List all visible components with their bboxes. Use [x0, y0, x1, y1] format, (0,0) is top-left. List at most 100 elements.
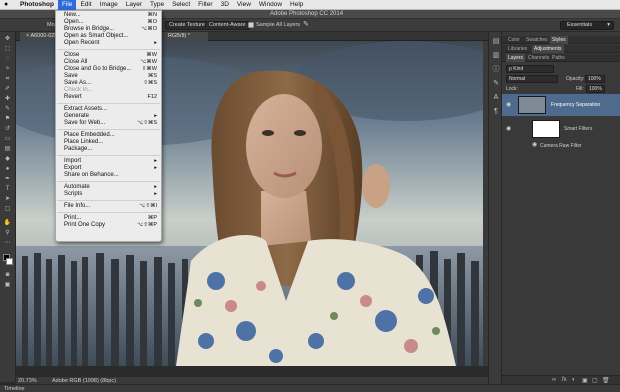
- menu-app-photoshop[interactable]: Photoshop: [16, 0, 58, 10]
- new-layer-icon[interactable]: ▢: [592, 377, 598, 384]
- menu-item-revert[interactable]: Revert F12: [56, 94, 161, 101]
- menu-item-print-one-copy[interactable]: Print One Copy ⌥⇧⌘P: [56, 222, 161, 229]
- menu-item-share-on-behance[interactable]: Share on Behance...: [56, 172, 161, 179]
- info-panel-icon[interactable]: ⓘ: [492, 66, 500, 74]
- layer-row-frequency-separation[interactable]: ◉ Frequency Separation: [502, 94, 620, 116]
- menu-view[interactable]: View: [233, 0, 255, 10]
- menu-item-close-and-go-to-bridge[interactable]: Close and Go to Bridge... ⇧⌘W: [56, 66, 161, 73]
- menu-item-place-linked[interactable]: Place Linked...: [56, 139, 161, 146]
- fx-icon[interactable]: fx: [562, 377, 567, 383]
- menu-type[interactable]: Type: [146, 0, 168, 10]
- menu-file[interactable]: File: [57, 0, 77, 10]
- shape-tool-icon[interactable]: ▢: [3, 206, 12, 213]
- menu-item-open[interactable]: Open... ⌘O: [56, 19, 161, 26]
- menu-item-export[interactable]: Export ▸: [56, 165, 161, 172]
- menu-item-print[interactable]: Print... ⌘P: [56, 215, 161, 222]
- history-panel-icon[interactable]: ▤: [492, 38, 500, 46]
- quick-select-tool-icon[interactable]: ✧: [3, 66, 12, 73]
- properties-panel-icon[interactable]: ▥: [492, 52, 500, 60]
- smart-filters-row[interactable]: ◉ Smart Filters: [502, 118, 620, 140]
- content-aware-button[interactable]: Content-Aware: [205, 21, 250, 30]
- fill-field[interactable]: 100%: [586, 85, 605, 93]
- menu-item-import[interactable]: Import ▸: [56, 158, 161, 165]
- marquee-tool-icon[interactable]: ⬚: [3, 46, 12, 53]
- brush-tool-icon[interactable]: ✎: [3, 106, 12, 113]
- menu-item-save[interactable]: Save ⌘S: [56, 73, 161, 80]
- zoom-tool-icon[interactable]: ⚲: [3, 230, 12, 237]
- quick-mask-icon[interactable]: ◙: [3, 272, 12, 279]
- menu-layer[interactable]: Layer: [122, 0, 146, 10]
- visibility-eye-icon[interactable]: ◉: [506, 126, 512, 132]
- brush-pressure-icon[interactable]: ✎: [303, 20, 309, 28]
- tab-channels[interactable]: Channels: [526, 54, 551, 62]
- path-select-tool-icon[interactable]: ➤: [3, 196, 12, 203]
- opacity-label: Opacity:: [566, 76, 585, 82]
- menu-3d[interactable]: 3D: [217, 0, 233, 10]
- menu-filter[interactable]: Filter: [194, 0, 216, 10]
- menu-item-place-embedded[interactable]: Place Embedded...: [56, 132, 161, 139]
- paragraph-panel-icon[interactable]: ¶: [492, 108, 500, 116]
- brush-panel-icon[interactable]: ✎: [492, 80, 500, 88]
- pen-tool-icon[interactable]: ✒: [3, 176, 12, 183]
- tab-paths[interactable]: Paths: [550, 54, 567, 62]
- menu-item-close[interactable]: Close ⌘W: [56, 52, 161, 59]
- menu-select[interactable]: Select: [168, 0, 194, 10]
- menu-image[interactable]: Image: [96, 0, 122, 10]
- lasso-tool-icon[interactable]: ◌: [3, 56, 12, 63]
- eyedropper-tool-icon[interactable]: ✐: [3, 86, 12, 93]
- menu-item-close-all[interactable]: Close All ⌥⌘W: [56, 59, 161, 66]
- menu-item-extract-assets[interactable]: Extract Assets...: [56, 106, 161, 113]
- menu-item-file-info[interactable]: File Info... ⌥⇧⌘I: [56, 203, 161, 210]
- tab-color[interactable]: Color: [506, 36, 522, 44]
- adjustment-layer-icon[interactable]: ◐: [572, 377, 576, 383]
- workspace-switcher[interactable]: Essentials ▾: [560, 21, 614, 30]
- menu-item-new[interactable]: New... ⌘N: [56, 12, 161, 19]
- menu-item-browse-in-bridge[interactable]: Browse in Bridge... ⌥⌘O: [56, 26, 161, 33]
- tab-swatches[interactable]: Swatches: [524, 36, 550, 44]
- menu-item-save-as[interactable]: Save As... ⇧⌘S: [56, 80, 161, 87]
- gradient-tool-icon[interactable]: ▤: [3, 146, 12, 153]
- dodge-tool-icon[interactable]: ●: [3, 166, 12, 173]
- background-color-swatch[interactable]: [6, 258, 13, 265]
- menu-item-open-as-smart-object[interactable]: Open as Smart Object...: [56, 33, 161, 40]
- tab-adjustments[interactable]: Adjustments: [532, 45, 564, 53]
- more-tools-icon[interactable]: ⋯: [3, 240, 12, 247]
- tab-layers[interactable]: Layers: [506, 54, 526, 62]
- close-icon[interactable]: ×: [26, 33, 29, 39]
- move-tool-icon[interactable]: ✥: [3, 36, 12, 43]
- visibility-eye-icon[interactable]: ◉: [506, 102, 512, 108]
- apple-icon[interactable]: ●: [4, 1, 12, 9]
- character-panel-icon[interactable]: A: [492, 94, 500, 102]
- menu-item-package[interactable]: Package...: [56, 146, 161, 153]
- menu-edit[interactable]: Edit: [76, 0, 95, 10]
- new-group-icon[interactable]: ▣: [582, 377, 588, 384]
- eraser-tool-icon[interactable]: ▭: [3, 136, 12, 143]
- crop-tool-icon[interactable]: ⌗: [3, 76, 12, 83]
- menu-help[interactable]: Help: [286, 0, 307, 10]
- menu-item-generate[interactable]: Generate ▸: [56, 113, 161, 120]
- trash-icon[interactable]: 🗑: [602, 377, 610, 384]
- menu-item-automate[interactable]: Automate ▸: [56, 184, 161, 191]
- visibility-eye-icon[interactable]: ◉: [532, 142, 538, 148]
- clone-stamp-tool-icon[interactable]: ⚑: [3, 116, 12, 123]
- menu-item-scripts[interactable]: Scripts ▸: [56, 191, 161, 198]
- layer-kind-filter[interactable]: ρ Kind: [506, 65, 554, 73]
- opacity-field[interactable]: 100%: [585, 75, 605, 83]
- type-tool-icon[interactable]: T: [3, 186, 12, 193]
- hand-tool-icon[interactable]: ✋: [3, 220, 12, 227]
- blur-tool-icon[interactable]: ◆: [3, 156, 12, 163]
- blend-mode-select[interactable]: Normal: [506, 75, 558, 83]
- create-texture-button[interactable]: Create Texture: [165, 21, 209, 30]
- link-layers-icon[interactable]: ∞: [552, 377, 556, 383]
- healing-brush-tool-icon[interactable]: ✚: [3, 96, 12, 103]
- history-brush-tool-icon[interactable]: ↺: [3, 126, 12, 133]
- timeline-label[interactable]: Timeline: [4, 386, 25, 392]
- menu-item-save-for-web[interactable]: Save for Web... ⌥⇧⌘S: [56, 120, 161, 127]
- sample-all-layers-checkbox[interactable]: [248, 22, 254, 28]
- camera-raw-filter-row[interactable]: ◉ Camera Raw Filter: [502, 141, 620, 150]
- menu-window[interactable]: Window: [255, 0, 286, 10]
- tab-libraries[interactable]: Libraries: [506, 45, 529, 53]
- screen-mode-icon[interactable]: ▣: [3, 282, 12, 289]
- tab-styles[interactable]: Styles: [550, 36, 568, 44]
- menu-item-open-recent[interactable]: Open Recent ▸: [56, 40, 161, 47]
